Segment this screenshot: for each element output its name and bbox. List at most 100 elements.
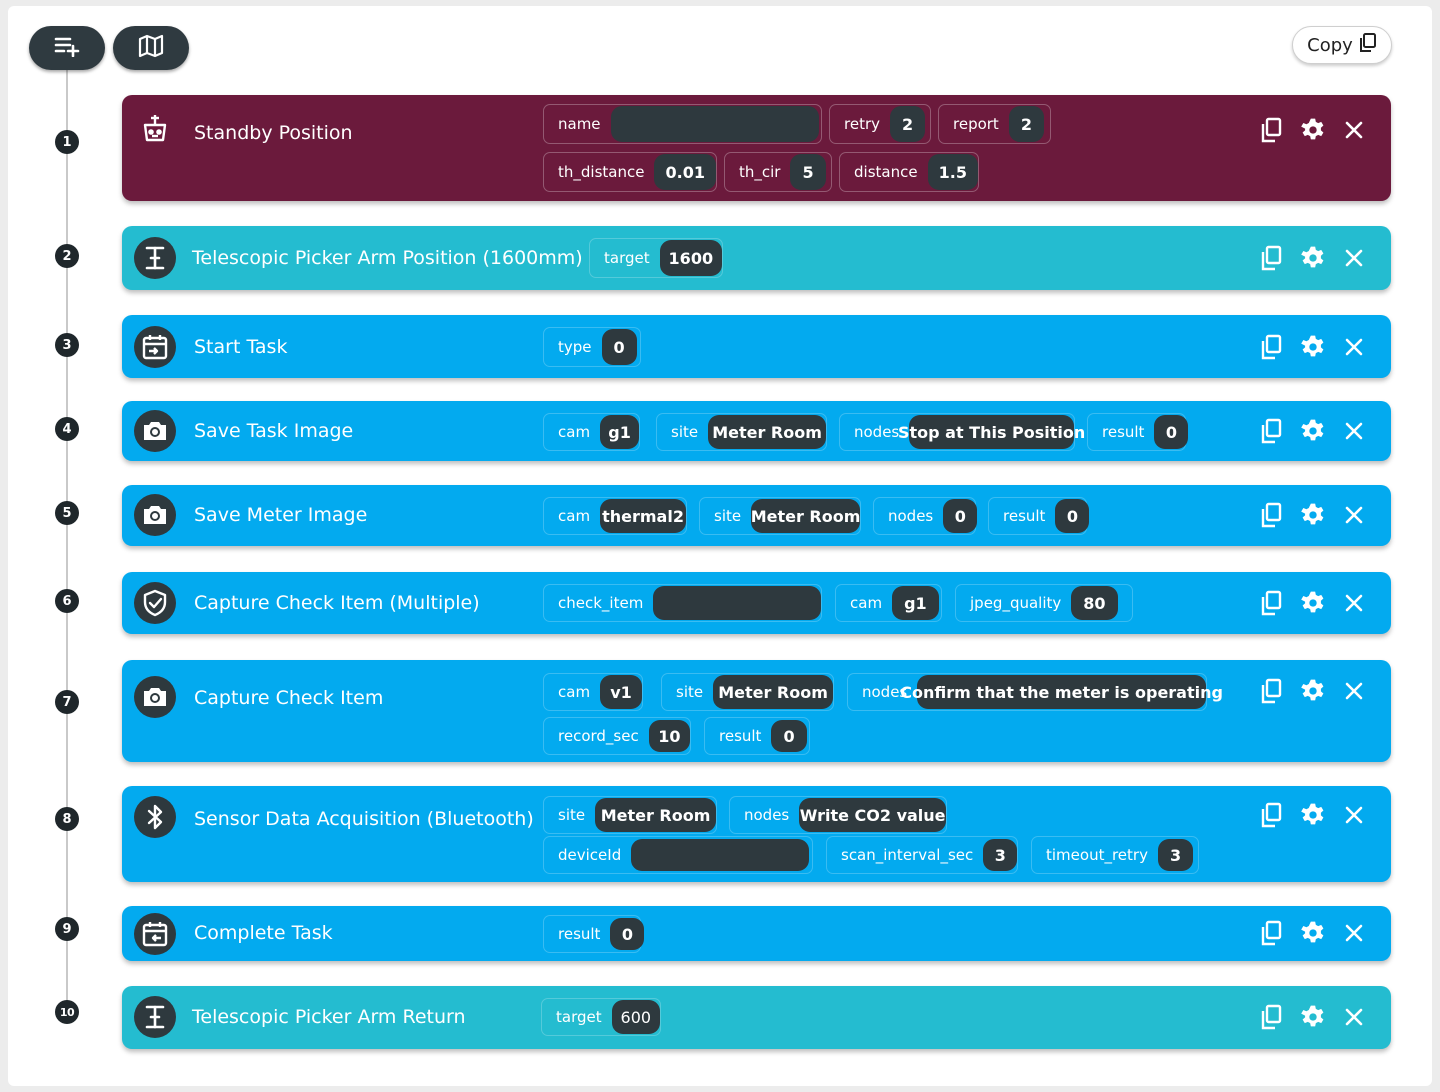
param-nodes[interactable]: nodes Stop at This Position (839, 413, 1085, 451)
settings-gear-icon[interactable] (1299, 919, 1327, 947)
close-icon[interactable] (1340, 244, 1368, 272)
param-th-distance[interactable]: th_distance 0.01 (543, 152, 717, 192)
step-card-capture-check-item[interactable]: Capture Check Item cam v1 site Meter Roo… (122, 660, 1391, 762)
settings-gear-icon[interactable] (1299, 677, 1327, 705)
param-value[interactable]: Stop at This Position (898, 415, 1085, 449)
param-value[interactable]: Confirm that the meter is operating (900, 675, 1223, 709)
param-value[interactable]: 3 (1157, 839, 1194, 871)
param-result[interactable]: result 0 (704, 717, 810, 755)
settings-gear-icon[interactable] (1299, 417, 1327, 445)
duplicate-icon[interactable] (1258, 333, 1286, 361)
param-jpeg-quality[interactable]: jpeg_quality 80 (955, 584, 1133, 622)
param-value[interactable]: Meter Room (751, 499, 860, 533)
param-value[interactable]: 0 (601, 329, 637, 365)
param-value[interactable]: 1600 (659, 240, 722, 276)
param-value-redacted[interactable] (610, 106, 819, 142)
param-site[interactable]: site Meter Room (656, 413, 827, 451)
param-value[interactable]: 0 (1154, 415, 1189, 449)
settings-gear-icon[interactable] (1299, 501, 1327, 529)
param-value[interactable]: 0 (771, 720, 807, 752)
close-icon[interactable] (1340, 801, 1368, 829)
settings-gear-icon[interactable] (1299, 244, 1327, 272)
param-site[interactable]: site Meter Room (543, 796, 717, 834)
step-card-complete-task[interactable]: Complete Task result 0 (122, 906, 1391, 961)
param-cam[interactable]: cam g1 (543, 413, 640, 451)
param-value[interactable]: 600 (611, 1000, 660, 1034)
duplicate-icon[interactable] (1258, 1003, 1286, 1031)
step-card-save-meter-image[interactable]: Save Meter Image cam thermal2 site Meter… (122, 485, 1391, 546)
param-nodes[interactable]: nodes Write CO2 value (729, 796, 947, 834)
settings-gear-icon[interactable] (1299, 333, 1327, 361)
param-value[interactable]: g1 (600, 415, 639, 449)
settings-gear-icon[interactable] (1299, 589, 1327, 617)
settings-gear-icon[interactable] (1299, 116, 1327, 144)
duplicate-icon[interactable] (1258, 116, 1286, 144)
param-nodes[interactable]: nodes Confirm that the meter is operatin… (847, 673, 1223, 711)
step-card-save-task-image[interactable]: Save Task Image cam g1 site Meter Room n… (122, 401, 1391, 461)
param-value[interactable]: 0.01 (654, 154, 716, 190)
duplicate-icon[interactable] (1258, 244, 1286, 272)
param-value[interactable]: v1 (600, 675, 642, 709)
close-icon[interactable] (1340, 501, 1368, 529)
param-value[interactable]: Meter Room (595, 798, 716, 832)
close-icon[interactable] (1340, 333, 1368, 361)
duplicate-icon[interactable] (1258, 501, 1286, 529)
param-value[interactable]: Meter Room (708, 415, 826, 449)
param-cam[interactable]: cam thermal2 (543, 497, 687, 535)
step-card-standby-position[interactable]: Standby Position name retry 2 report 2 t… (122, 95, 1391, 201)
close-icon[interactable] (1340, 589, 1368, 617)
duplicate-icon[interactable] (1258, 919, 1286, 947)
param-value[interactable]: 0 (1055, 499, 1090, 533)
param-result[interactable]: result 0 (1087, 413, 1189, 451)
close-icon[interactable] (1340, 116, 1368, 144)
param-site[interactable]: site Meter Room (699, 497, 861, 535)
param-value[interactable]: 1.5 (927, 154, 978, 190)
copy-button[interactable]: Copy (1292, 26, 1392, 64)
duplicate-icon[interactable] (1258, 801, 1286, 829)
param-distance[interactable]: distance 1.5 (839, 152, 979, 192)
param-scan-interval-sec[interactable]: scan_interval_sec 3 (826, 836, 1018, 874)
param-report[interactable]: report 2 (938, 104, 1051, 144)
param-target[interactable]: target 600 (541, 998, 661, 1036)
param-value[interactable]: Meter Room (713, 675, 833, 709)
close-icon[interactable] (1340, 417, 1368, 445)
add-step-button[interactable] (29, 26, 105, 70)
param-value[interactable]: 2 (1008, 106, 1044, 142)
close-icon[interactable] (1340, 919, 1368, 947)
param-name[interactable]: name (543, 104, 822, 144)
param-value[interactable]: 2 (890, 106, 926, 142)
duplicate-icon[interactable] (1258, 677, 1286, 705)
param-device-id[interactable]: deviceId (543, 836, 813, 874)
param-value[interactable]: 0 (943, 499, 978, 533)
settings-gear-icon[interactable] (1299, 1003, 1327, 1031)
param-retry[interactable]: retry 2 (829, 104, 931, 144)
param-target[interactable]: target 1600 (589, 238, 723, 278)
param-type[interactable]: type 0 (543, 327, 641, 367)
step-card-capture-check-item-multiple[interactable]: Capture Check Item (Multiple) check_item… (122, 572, 1391, 634)
duplicate-icon[interactable] (1258, 589, 1286, 617)
param-result[interactable]: result 0 (543, 915, 645, 953)
step-card-telescopic-arm-return[interactable]: Telescopic Picker Arm Return target 600 (122, 986, 1391, 1049)
param-value[interactable]: 0 (610, 918, 645, 950)
param-value[interactable]: 5 (790, 154, 826, 190)
param-value[interactable]: thermal2 (600, 499, 686, 533)
step-card-telescopic-arm-position[interactable]: Telescopic Picker Arm Position (1600mm) … (122, 226, 1391, 290)
close-icon[interactable] (1340, 677, 1368, 705)
param-timeout-retry[interactable]: timeout_retry 3 (1031, 836, 1199, 874)
param-value[interactable]: 80 (1071, 586, 1118, 620)
param-value[interactable]: Write CO2 value (799, 798, 946, 832)
param-value[interactable]: 10 (648, 720, 690, 752)
param-nodes[interactable]: nodes 0 (873, 497, 978, 535)
close-icon[interactable] (1340, 1003, 1368, 1031)
duplicate-icon[interactable] (1258, 417, 1286, 445)
param-value-redacted[interactable] (653, 586, 821, 620)
param-cam[interactable]: cam g1 (835, 584, 942, 622)
param-th-cir[interactable]: th_cir 5 (724, 152, 832, 192)
param-value[interactable]: 3 (983, 839, 1018, 871)
step-card-start-task[interactable]: Start Task type 0 (122, 315, 1391, 378)
param-value[interactable]: g1 (892, 586, 939, 620)
param-site[interactable]: site Meter Room (661, 673, 834, 711)
param-check-item[interactable]: check_item (543, 584, 822, 622)
param-cam[interactable]: cam v1 (543, 673, 643, 711)
settings-gear-icon[interactable] (1299, 801, 1327, 829)
